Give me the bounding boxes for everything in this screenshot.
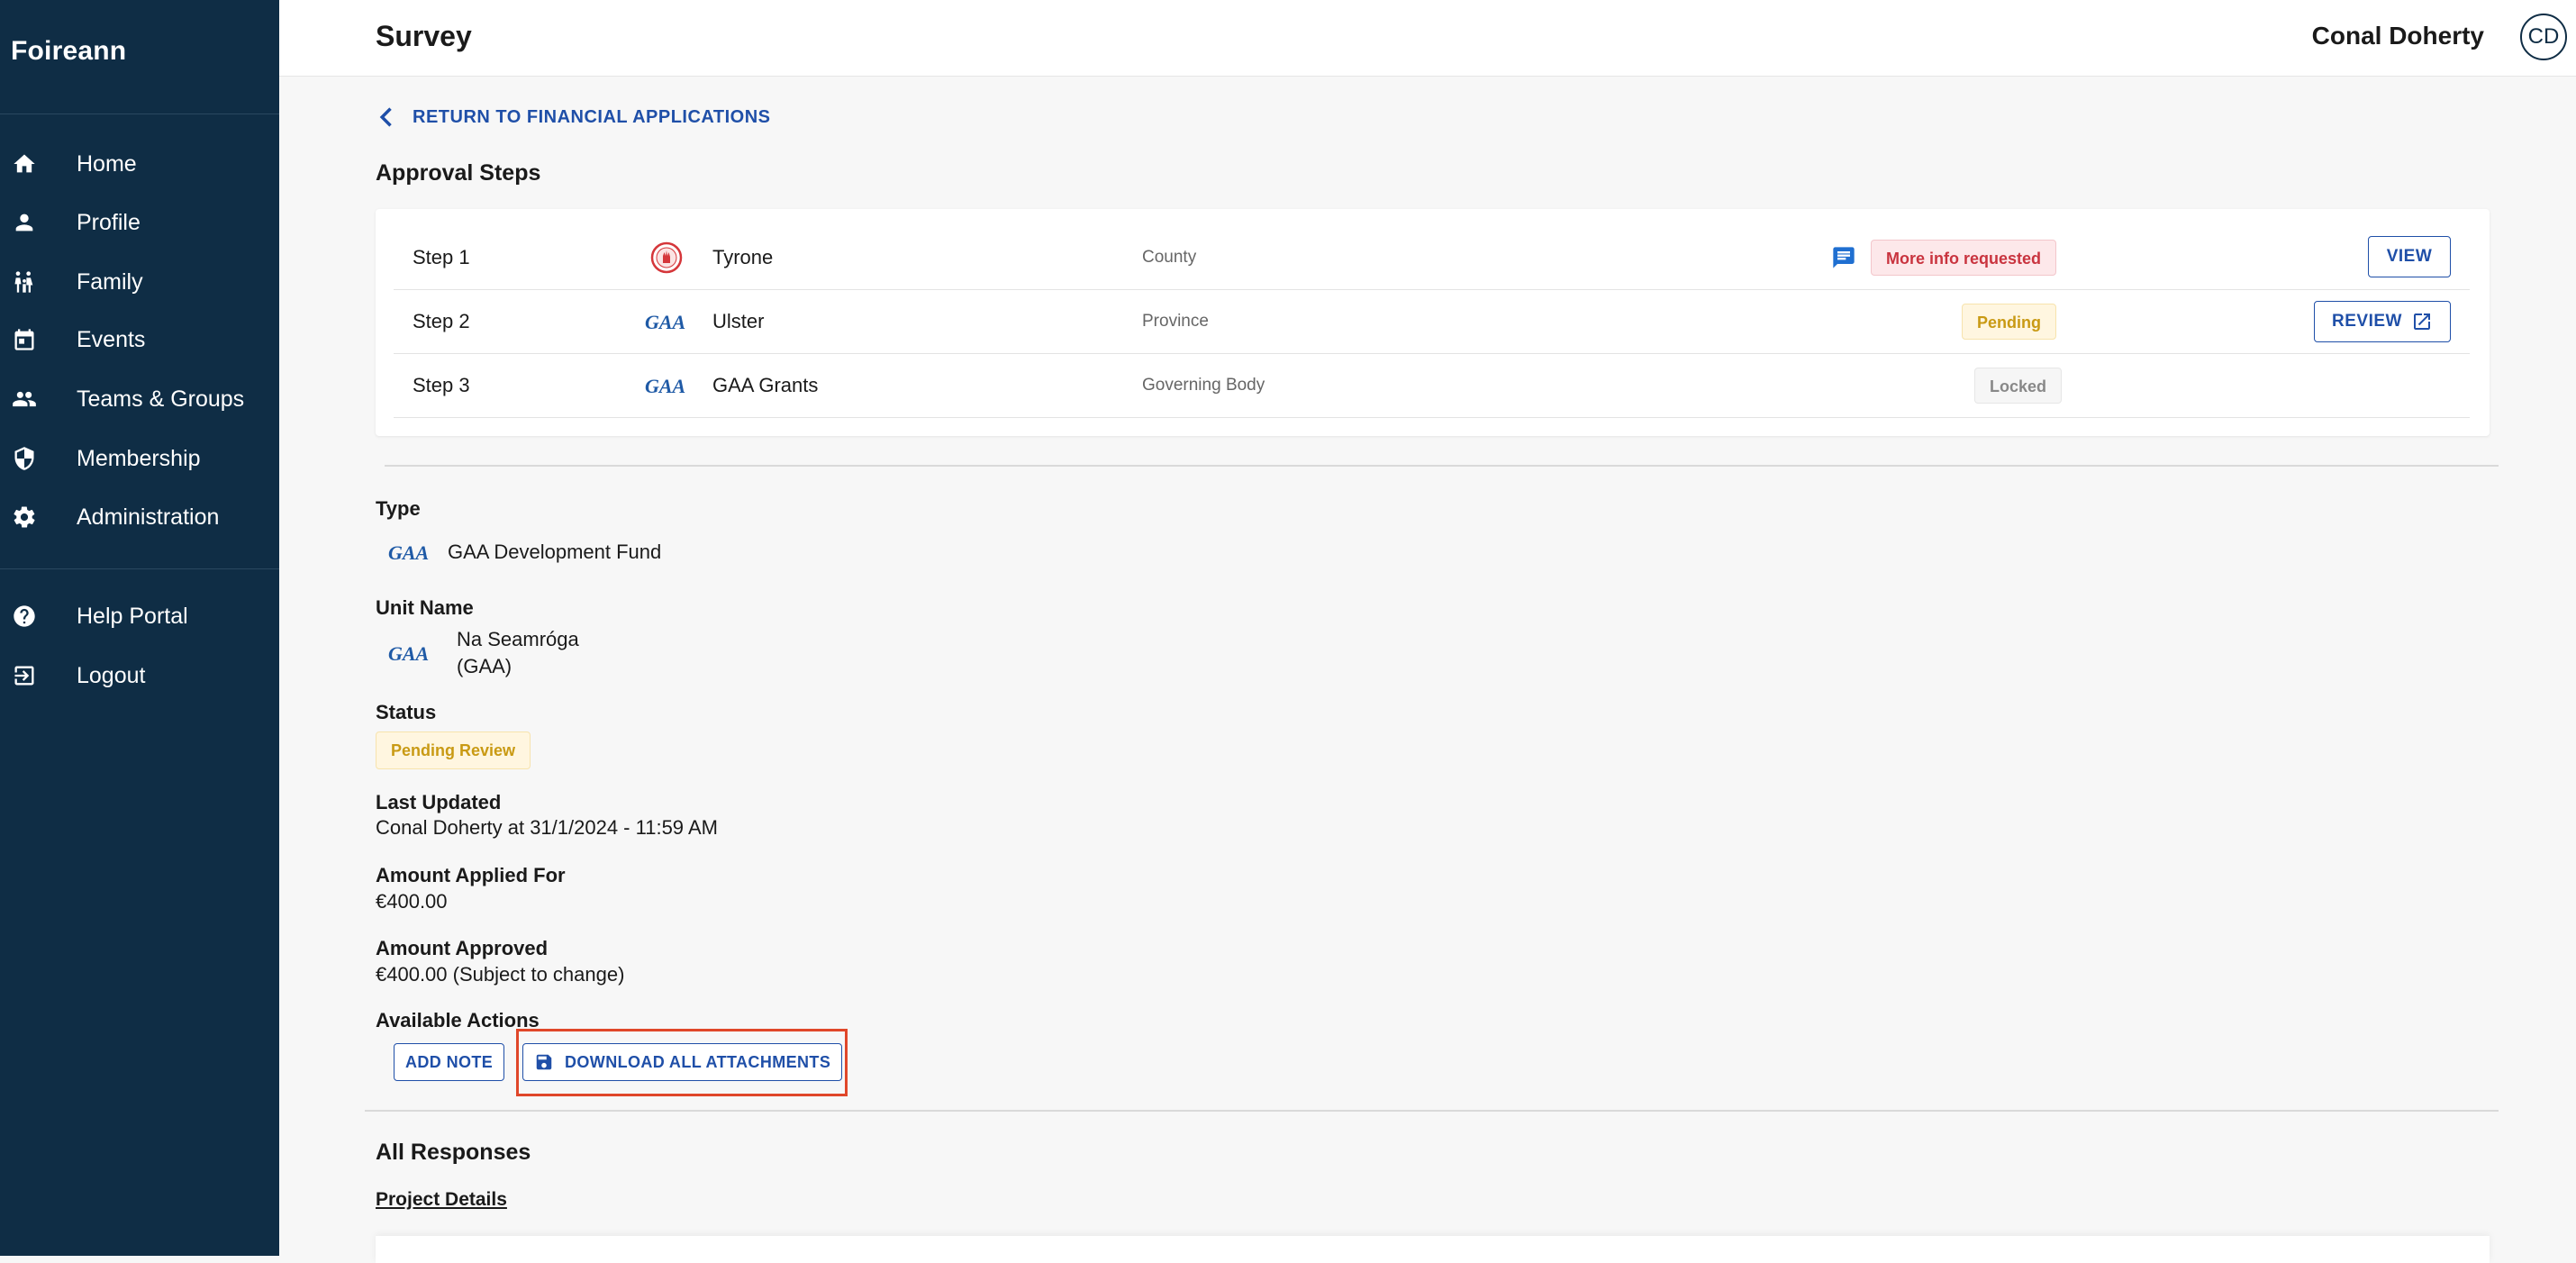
unit-name-label: Unit Name bbox=[376, 596, 474, 619]
sidebar-item-home[interactable]: Home bbox=[0, 137, 279, 191]
amount-applied-value: €400.00 bbox=[376, 890, 448, 913]
sidebar-item-events[interactable]: Events bbox=[0, 313, 279, 367]
return-to-financial-applications-link[interactable]: RETURN TO FINANCIAL APPLICATIONS bbox=[375, 104, 770, 130]
last-updated-label: Last Updated bbox=[376, 791, 502, 813]
sidebar-item-label: Teams & Groups bbox=[77, 386, 245, 412]
unit-name-line2: (GAA) bbox=[457, 655, 512, 677]
approval-step-row: Step 3 GAA GAA Grants Governing Body Loc… bbox=[394, 354, 2470, 418]
status-badge: Pending bbox=[1962, 304, 2056, 340]
sidebar-item-label: Membership bbox=[77, 445, 201, 471]
shield-icon bbox=[11, 445, 38, 472]
home-icon bbox=[11, 150, 38, 177]
sidebar-item-teams-groups[interactable]: Teams & Groups bbox=[0, 372, 279, 426]
group-icon bbox=[11, 386, 38, 413]
top-header: Survey Conal Doherty CD bbox=[279, 0, 2576, 77]
svg-text:GAA: GAA bbox=[388, 541, 429, 564]
svg-text:GAA: GAA bbox=[645, 375, 685, 397]
add-note-button[interactable]: ADD NOTE bbox=[394, 1043, 505, 1081]
gaa-logo-icon: GAA bbox=[388, 541, 429, 564]
calendar-icon bbox=[11, 326, 38, 353]
highlight-box bbox=[516, 1029, 848, 1096]
status-label: Status bbox=[376, 701, 437, 723]
step-level: Governing Body bbox=[1142, 376, 1265, 395]
amount-applied-label: Amount Applied For bbox=[376, 864, 566, 886]
sidebar-item-help-portal[interactable]: Help Portal bbox=[0, 589, 279, 643]
step-number: Step 3 bbox=[413, 374, 470, 396]
sidebar-item-family[interactable]: Family bbox=[0, 255, 279, 309]
sidebar: Foireann Home Profile Family Events Team… bbox=[0, 0, 279, 1256]
page-title: Survey bbox=[376, 20, 472, 52]
gaa-logo-icon: GAA bbox=[645, 375, 685, 397]
step-name: GAA Grants bbox=[712, 374, 819, 396]
approval-steps-card: Step 1 Tyrone County More info requested… bbox=[376, 209, 2490, 436]
sidebar-item-label: Logout bbox=[77, 662, 146, 688]
gaa-logo-icon: GAA bbox=[645, 311, 685, 333]
project-details-heading[interactable]: Project Details bbox=[376, 1189, 507, 1211]
brand-logo-text[interactable]: Foireann bbox=[11, 36, 126, 67]
sidebar-divider bbox=[0, 568, 279, 569]
approval-step-row: Step 2 GAA Ulster Province Pending REVIE… bbox=[394, 290, 2470, 354]
unit-name-line1: Na Seamróga bbox=[457, 628, 579, 650]
available-actions-label: Available Actions bbox=[376, 1009, 540, 1031]
sidebar-item-label: Help Portal bbox=[77, 603, 188, 629]
step-level: Province bbox=[1142, 312, 1209, 331]
approval-steps-title: Approval Steps bbox=[376, 160, 541, 186]
sidebar-item-label: Home bbox=[77, 150, 137, 177]
logout-icon bbox=[11, 662, 38, 689]
approval-step-row: Step 1 Tyrone County More info requested… bbox=[394, 226, 2470, 290]
status-badge: More info requested bbox=[1871, 240, 2057, 276]
back-link-label: RETURN TO FINANCIAL APPLICATIONS bbox=[413, 106, 771, 127]
help-icon bbox=[11, 603, 38, 630]
responses-card bbox=[376, 1236, 2490, 1263]
section-divider bbox=[385, 465, 2499, 467]
comment-icon[interactable] bbox=[1831, 245, 1856, 270]
sidebar-item-label: Administration bbox=[77, 504, 220, 530]
tyrone-crest-icon bbox=[650, 241, 683, 274]
person-icon bbox=[11, 209, 38, 236]
sidebar-item-membership[interactable]: Membership bbox=[0, 432, 279, 486]
step-name: Ulster bbox=[712, 310, 765, 332]
type-label: Type bbox=[376, 497, 421, 520]
gear-icon bbox=[11, 504, 38, 531]
review-button-label: REVIEW bbox=[2332, 312, 2402, 331]
family-icon bbox=[11, 268, 38, 295]
sidebar-item-label: Family bbox=[77, 268, 143, 295]
amount-approved-value: €400.00 (Subject to change) bbox=[376, 963, 625, 986]
section-divider bbox=[365, 1110, 2499, 1112]
review-button[interactable]: REVIEW bbox=[2314, 301, 2451, 342]
gaa-logo-icon: GAA bbox=[388, 642, 429, 665]
view-button[interactable]: VIEW bbox=[2368, 236, 2451, 277]
external-link-icon bbox=[2413, 313, 2430, 330]
svg-text:GAA: GAA bbox=[645, 311, 685, 333]
step-level: County bbox=[1142, 248, 1197, 267]
svg-text:GAA: GAA bbox=[388, 642, 429, 665]
status-badge: Locked bbox=[1974, 368, 2063, 404]
sidebar-item-administration[interactable]: Administration bbox=[0, 490, 279, 544]
sidebar-item-label: Profile bbox=[77, 209, 141, 235]
step-number: Step 2 bbox=[413, 310, 470, 332]
type-value: GAA Development Fund bbox=[448, 541, 662, 563]
last-updated-value: Conal Doherty at 31/1/2024 - 11:59 AM bbox=[376, 816, 718, 839]
sidebar-item-label: Events bbox=[77, 326, 146, 352]
user-name[interactable]: Conal Doherty bbox=[2312, 22, 2484, 50]
sidebar-item-profile[interactable]: Profile bbox=[0, 195, 279, 250]
chevron-left-icon bbox=[379, 107, 392, 127]
sidebar-item-logout[interactable]: Logout bbox=[0, 649, 279, 703]
step-name: Tyrone bbox=[712, 246, 774, 268]
all-responses-title: All Responses bbox=[376, 1140, 531, 1165]
amount-approved-label: Amount Approved bbox=[376, 937, 549, 959]
step-number: Step 1 bbox=[413, 246, 470, 268]
status-badge: Pending Review bbox=[376, 731, 531, 769]
avatar[interactable]: CD bbox=[2520, 14, 2567, 60]
